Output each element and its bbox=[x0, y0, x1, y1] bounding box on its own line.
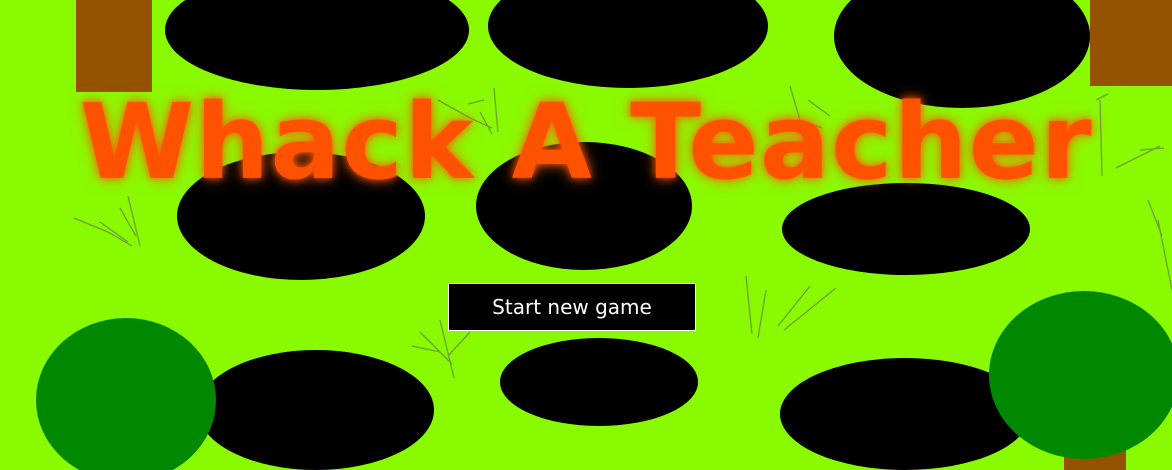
hole-7[interactable] bbox=[198, 350, 434, 470]
holes bbox=[165, 0, 1090, 470]
hole-8[interactable] bbox=[500, 338, 698, 426]
tree-trunk-top-left bbox=[76, 0, 152, 92]
hole-5[interactable] bbox=[476, 142, 692, 270]
start-new-game-button[interactable]: Start new game bbox=[448, 283, 696, 331]
tree-foliage-bottom-right bbox=[989, 291, 1172, 459]
hole-4[interactable] bbox=[177, 152, 425, 280]
hole-6[interactable] bbox=[782, 183, 1030, 275]
game-board bbox=[0, 0, 1172, 470]
tree-trunk-top-right bbox=[1090, 0, 1172, 86]
